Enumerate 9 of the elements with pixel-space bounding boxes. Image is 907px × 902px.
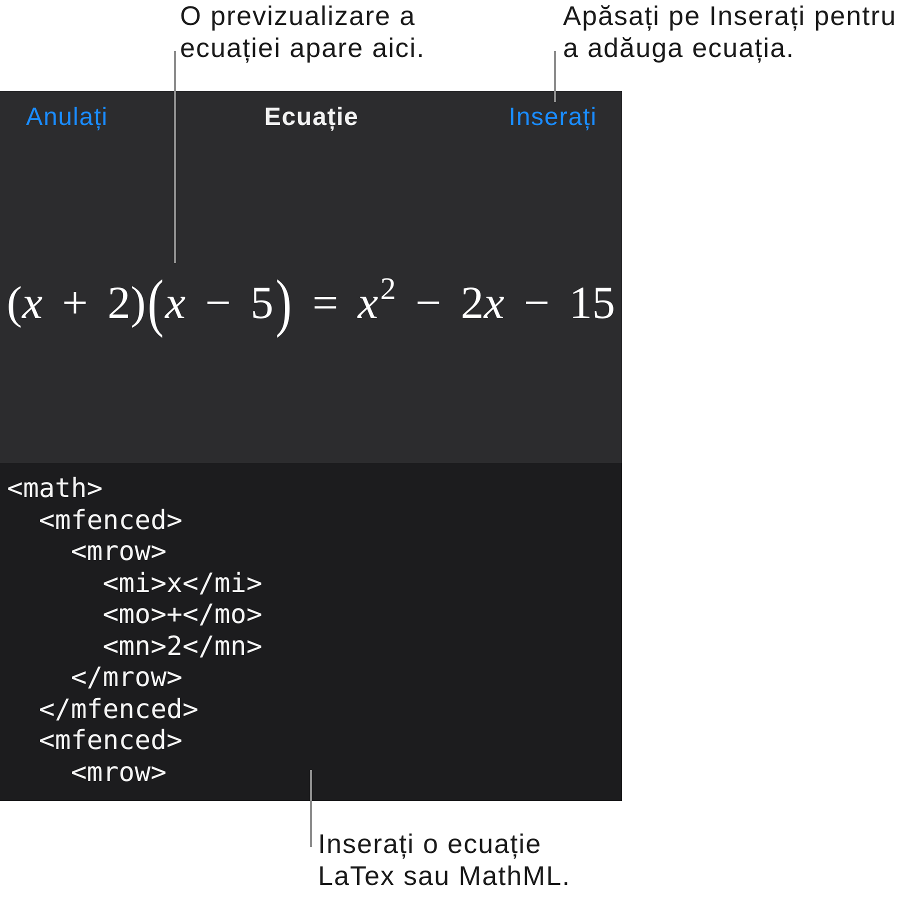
callout-text: O previzualizare a ecuației apare aici. <box>180 1 426 64</box>
insert-button[interactable]: Inserați <box>508 102 597 132</box>
callout-text: Apăsați pe Inserați pentru a adăuga ecuația. <box>563 1 897 64</box>
equation-code-field[interactable]: <math> <mfenced> <mrow> <mi>x</mi> <mo>+</mo> <mn>2</mn> </mrow> </mfenced> <mfenced> <mrow> <box>0 463 622 801</box>
cancel-button[interactable]: Anulați <box>26 102 108 132</box>
equation-preview: (x + 2)(x − 5) = x$^{2}$ − 2x − 15 <box>6 267 616 339</box>
dialog-title: Ecuație <box>264 102 359 132</box>
leader-line <box>554 51 556 102</box>
callout-text: Inserați o ecuație LaTex sau MathML. <box>318 829 571 892</box>
